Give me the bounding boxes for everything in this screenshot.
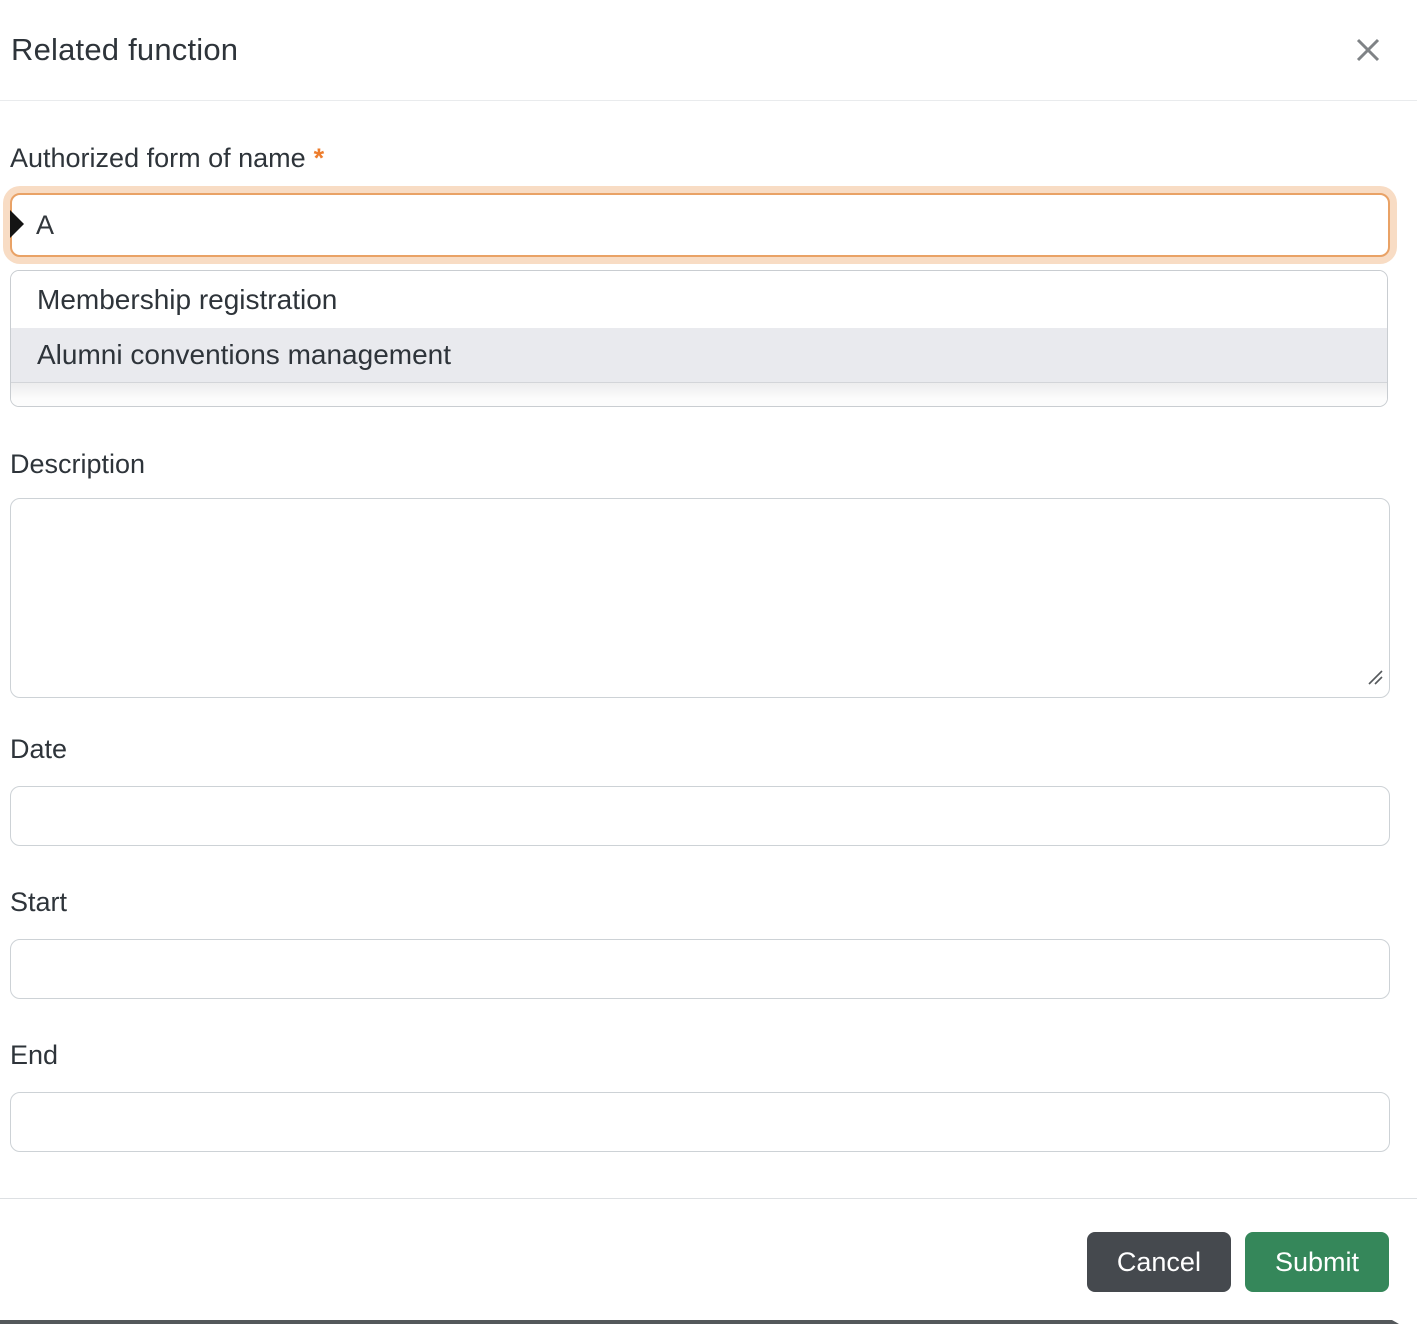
field-group-description: Description — [10, 449, 1390, 698]
page-title: Related function — [11, 32, 239, 67]
date-label: Date — [10, 734, 68, 764]
authorized-name-label: Authorized form of name * — [10, 143, 325, 173]
submit-button[interactable]: Submit — [1244, 1232, 1389, 1292]
autocomplete-dropdown: Membership registration Alumni conventio… — [10, 270, 1388, 407]
modal-body: Authorized form of name* Membership regi… — [0, 143, 1417, 1152]
dropdown-option-alumni-conventions-management[interactable]: Alumni conventions management — [11, 328, 1387, 383]
start-input[interactable] — [10, 939, 1390, 999]
end-input[interactable] — [10, 1092, 1390, 1152]
description-label: Description — [10, 449, 146, 479]
end-label: End — [10, 1040, 59, 1070]
date-input[interactable] — [10, 786, 1390, 846]
close-button[interactable] — [1347, 29, 1389, 71]
required-asterisk: * — [313, 143, 325, 173]
authorized-name-input[interactable] — [10, 193, 1390, 257]
dropdown-footer — [11, 383, 1387, 406]
start-label: Start — [10, 887, 68, 917]
close-icon — [1351, 38, 1385, 70]
field-group-end: End — [10, 1040, 1390, 1152]
field-group-authorized-name: Authorized form of name* Membership regi… — [10, 143, 1390, 407]
description-textarea[interactable] — [10, 498, 1390, 698]
modal-header: Related function — [0, 0, 1417, 101]
window-bottom-edge — [0, 1320, 1399, 1324]
field-group-start: Start — [10, 887, 1390, 999]
field-group-date: Date — [10, 734, 1390, 846]
mouse-pointer-icon — [10, 210, 24, 238]
cancel-button[interactable]: Cancel — [1086, 1232, 1231, 1292]
modal-footer: Cancel Submit — [0, 1198, 1417, 1292]
dropdown-option-membership-registration[interactable]: Membership registration — [11, 271, 1387, 328]
